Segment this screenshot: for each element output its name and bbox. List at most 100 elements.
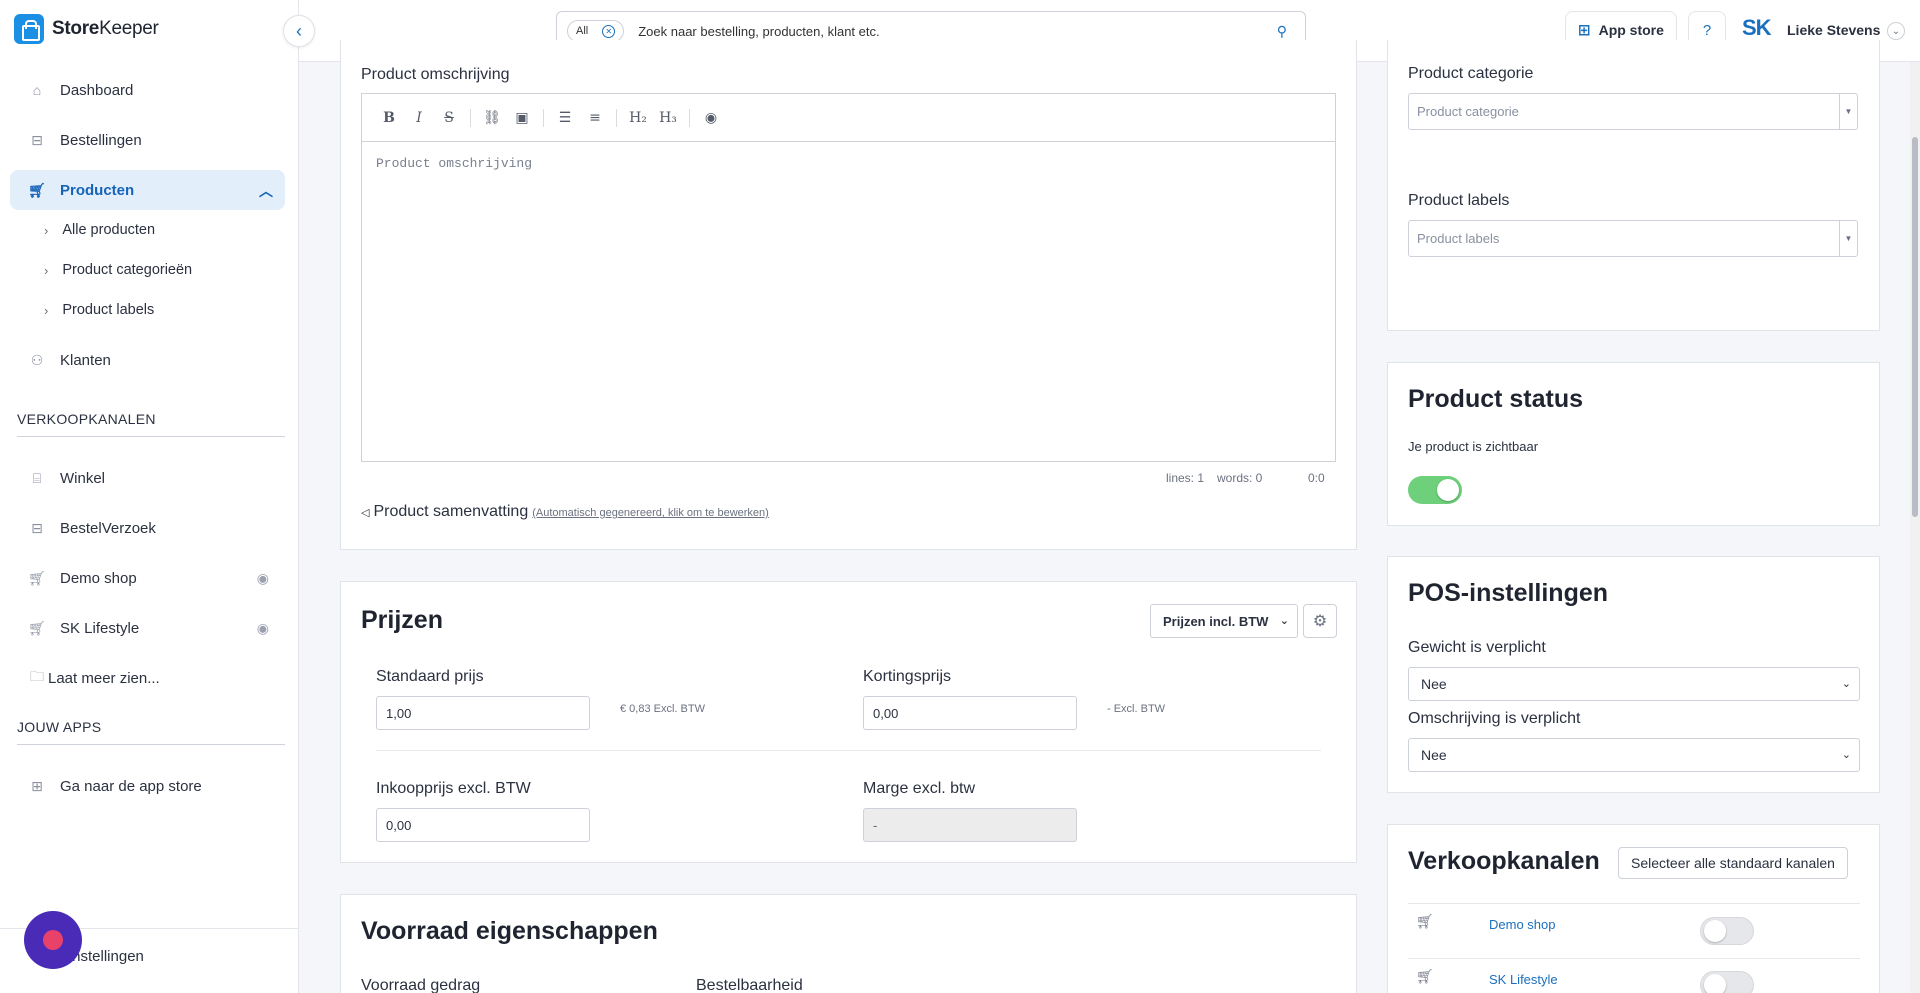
image-icon[interactable]: ▣: [507, 103, 537, 133]
user-name[interactable]: Lieke Stevens: [1787, 22, 1880, 38]
sidebar-item-sk-lifestyle[interactable]: 🛒︎ SK Lifestyle ◉: [10, 608, 285, 648]
markdown-editor[interactable]: B I S ⛓︎ ▣ ☰ ≡ H₂ H₃ ◉ Product omschrijv…: [361, 93, 1336, 462]
sidebar-subitem-product-categorieen[interactable]: › Product categorieën: [44, 255, 192, 285]
sidebar-item-dashboard[interactable]: ⌂ Dashboard: [10, 70, 285, 110]
sidebar-item-klanten[interactable]: ⚇ Klanten: [10, 340, 285, 380]
app-logo[interactable]: StoreKeeper: [14, 14, 159, 44]
product-status-title: Product status: [1408, 385, 1584, 413]
sidebar-item-demo-shop[interactable]: 🛒︎ Demo shop ◉: [10, 558, 285, 598]
section-label-verkoopkanalen: VERKOOPKANALEN: [17, 411, 285, 437]
category-card: [1387, 40, 1880, 331]
gear-icon: ⚙: [1312, 613, 1328, 630]
sidebar-item-bestellingen[interactable]: ⊟ Bestellingen: [10, 120, 285, 160]
pos-settings-title: POS-instellingen: [1408, 579, 1609, 607]
summary-toggle[interactable]: ◁ Product samenvatting (Automatisch gege…: [361, 503, 769, 521]
description-required-select[interactable]: Nee ⌄: [1408, 738, 1860, 772]
basket-icon: ⊟: [31, 131, 43, 148]
margin-field: -: [863, 808, 1077, 842]
store-icon: ⌸: [32, 469, 42, 486]
basket-icon: ⊟: [31, 519, 43, 536]
sidebar-item-label: Producten: [60, 181, 135, 199]
sidebar-item-bestelverzoek[interactable]: ⊟ BestelVerzoek: [10, 508, 285, 548]
search-scope-chip[interactable]: All ✕: [567, 20, 625, 42]
home-icon: ⌂: [32, 82, 42, 98]
chevron-right-icon: ›: [44, 302, 49, 318]
weight-required-label: Gewicht is verplicht: [1408, 639, 1546, 656]
description-required-value: Nee: [1421, 747, 1447, 763]
chevron-down-icon: ⌄: [1841, 749, 1851, 761]
pos-settings-card: POS-instellingen Gewicht is verplicht Ne…: [1387, 556, 1880, 793]
summary-label: Product samenvatting: [373, 503, 529, 520]
apps-icon: ⊞: [31, 777, 43, 794]
channel-demo-shop-toggle[interactable]: [1700, 917, 1754, 945]
sidebar-item-label: SK Lifestyle: [60, 619, 140, 637]
sidebar-subitem-label: Alle producten: [62, 222, 156, 238]
caret-left-icon: ◁: [361, 507, 370, 519]
prices-title: Prijzen: [361, 606, 443, 634]
channel-sk-lifestyle-link[interactable]: SK Lifestyle: [1489, 972, 1558, 987]
avatar-initials: SK: [1742, 15, 1772, 40]
preview-eye-icon[interactable]: ◉: [696, 103, 726, 133]
sidebar-item-producten[interactable]: 🛒︎ Producten ︿: [10, 170, 285, 210]
price-mode-select[interactable]: Prijzen incl. BTW ⌄: [1150, 604, 1298, 638]
chevron-right-icon: ›: [44, 262, 49, 278]
bullet-list-icon[interactable]: ☰: [550, 103, 580, 133]
scrollbar-thumb[interactable]: [1912, 137, 1918, 517]
chat-launcher-icon: [43, 930, 63, 950]
channel-sk-lifestyle-toggle[interactable]: [1700, 971, 1754, 993]
chevron-left-icon: ‹: [296, 20, 302, 41]
collapse-sidebar-button[interactable]: ‹: [283, 15, 315, 47]
summary-hint[interactable]: (Automatisch gegenereerd, klik om te bew…: [532, 507, 769, 519]
labels-placeholder: Product labels: [1417, 231, 1500, 246]
sidebar-item-label: Bestellingen: [60, 131, 142, 149]
sidebar-subitem-alle-producten[interactable]: › Alle producten: [44, 215, 155, 245]
labels-select[interactable]: Product labels ▼: [1408, 220, 1858, 257]
category-select[interactable]: Product categorie ▼: [1408, 93, 1858, 130]
channel-demo-shop-link[interactable]: Demo shop: [1489, 917, 1555, 932]
app-store-label: App store: [1598, 22, 1664, 38]
strikethrough-icon[interactable]: S: [434, 103, 464, 133]
chevron-down-icon[interactable]: ⌄: [1887, 22, 1905, 40]
select-default-channels-button[interactable]: Selecteer alle standaard kanalen: [1618, 847, 1848, 879]
cart-icon: 🛒︎: [28, 619, 46, 636]
chevron-down-icon: ⌄: [1279, 615, 1289, 627]
sidebar-item-label: Winkel: [60, 469, 106, 487]
discount-price-input[interactable]: 0,00: [863, 696, 1077, 730]
chevron-up-icon: ︿: [259, 183, 273, 199]
link-icon[interactable]: ⛓︎: [477, 103, 507, 133]
chat-launcher-button[interactable]: [24, 911, 82, 969]
sidebar-item-app-store[interactable]: ⊞ Ga naar de app store: [10, 766, 285, 806]
stock-behaviour-label: Voorraad gedrag: [361, 977, 481, 993]
eye-icon[interactable]: ◉: [257, 570, 269, 587]
numbered-list-icon[interactable]: ≡: [580, 103, 610, 133]
heading-3-icon[interactable]: H₃: [653, 103, 683, 133]
sidebar-subitem-label: Product categorieën: [62, 262, 193, 278]
cart-icon: 🛒︎: [1416, 968, 1434, 984]
eye-icon[interactable]: ◉: [257, 620, 269, 637]
weight-required-select[interactable]: Nee ⌄: [1408, 667, 1860, 701]
toolbar-divider: [689, 108, 690, 127]
price-settings-button[interactable]: ⚙: [1303, 604, 1337, 638]
sidebar-subitem-product-labels[interactable]: › Product labels: [44, 295, 154, 325]
section-label-jouw-apps: JOUW APPS: [17, 719, 285, 745]
prices-divider: [376, 750, 1321, 751]
page-scrollbar[interactable]: [1910, 62, 1920, 993]
heading-2-icon[interactable]: H₂: [623, 103, 653, 133]
italic-icon[interactable]: I: [404, 103, 434, 133]
purchase-price-input[interactable]: 0,00: [376, 808, 590, 842]
standard-price-input[interactable]: 1,00: [376, 696, 590, 730]
editor-textarea[interactable]: Product omschrijving: [362, 142, 1335, 185]
help-chat-icon: ?: [1702, 21, 1712, 39]
toggle-knob: [1437, 479, 1459, 501]
stock-card: Voorraad eigenschappen: [340, 894, 1357, 993]
search-icon[interactable]: ⚲: [1277, 23, 1287, 40]
sidebar-item-show-more[interactable]: 🗀︎ Laat meer zien...: [10, 658, 285, 698]
bold-icon[interactable]: B: [374, 103, 404, 133]
sidebar-item-winkel[interactable]: ⌸ Winkel: [10, 458, 285, 498]
toolbar-divider: [470, 108, 471, 127]
product-visible-toggle[interactable]: [1408, 476, 1462, 504]
search-input[interactable]: [638, 23, 1239, 39]
description-label: Product omschrijving: [361, 66, 510, 83]
clear-icon[interactable]: ✕: [602, 24, 616, 38]
channels-divider: [1408, 903, 1860, 904]
